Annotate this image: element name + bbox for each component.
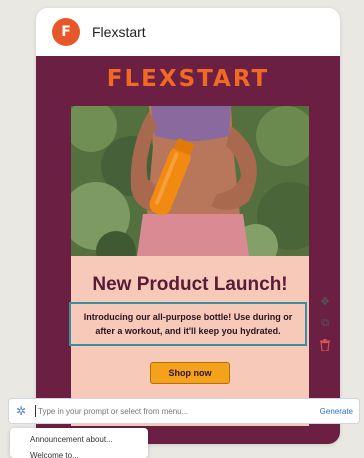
hero-image[interactable] <box>71 106 309 256</box>
prompt-suggestions-menu: Announcement about... Welcome to... <box>10 428 148 458</box>
sender-name: Flexstart <box>92 24 146 40</box>
generate-button[interactable]: Generate <box>320 407 359 416</box>
move-icon[interactable]: ✥ <box>316 292 334 310</box>
sender-avatar: F <box>52 18 80 46</box>
block-toolbar: ✥ ⧉ <box>314 292 336 354</box>
selected-text-block[interactable]: Introducing our all-purpose bottle! Use … <box>69 302 307 346</box>
menu-item-welcome[interactable]: Welcome to... <box>10 448 148 458</box>
brand-logo[interactable]: FLEXSTART <box>36 66 340 92</box>
body-text[interactable]: Introducing our all-purpose bottle! Use … <box>77 310 299 338</box>
trash-icon[interactable] <box>316 336 334 354</box>
shop-now-button[interactable]: Shop now <box>150 362 230 384</box>
ai-sparkle-icon[interactable]: ✲ <box>9 399 33 423</box>
headline[interactable]: New Product Launch! <box>71 274 309 296</box>
menu-item-announcement[interactable]: Announcement about... <box>10 432 148 448</box>
duplicate-icon[interactable]: ⧉ <box>316 314 334 332</box>
sender-header: F Flexstart <box>36 8 340 56</box>
email-body: FLEXSTART New Product Launch! Introducin… <box>36 56 340 444</box>
ai-prompt-bar: ✲ Generate <box>8 398 360 424</box>
prompt-input[interactable] <box>36 401 320 421</box>
email-preview-card: F Flexstart FLEXSTART New Product Launch… <box>36 8 340 444</box>
email-editor: F Flexstart FLEXSTART New Product Launch… <box>0 0 364 458</box>
